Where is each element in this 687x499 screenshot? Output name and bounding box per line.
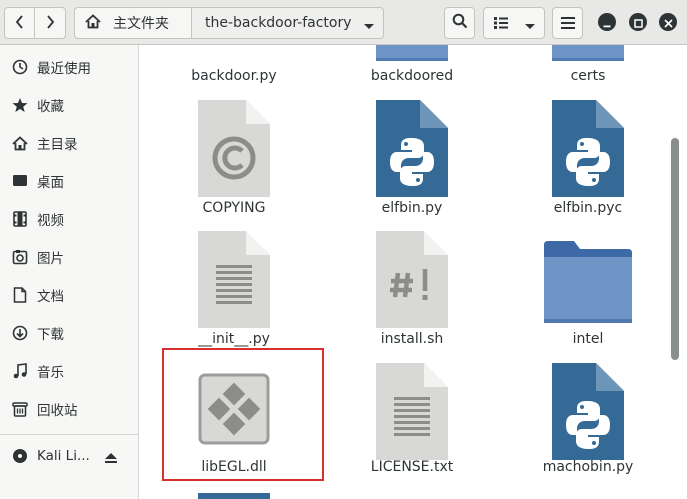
music-icon xyxy=(11,362,29,380)
sidebar-item-label: 回收站 xyxy=(37,403,78,419)
path-current-label: the-backdoor-factory xyxy=(205,15,352,31)
python-file-icon xyxy=(552,363,624,460)
folder-icon xyxy=(544,241,632,323)
sidebar-item-label: 下载 xyxy=(37,327,64,343)
sidebar-item-label: 主目录 xyxy=(37,137,78,153)
folder-icon xyxy=(376,45,448,61)
desktop-icon xyxy=(11,172,29,190)
file-item[interactable]: COPYING xyxy=(149,100,319,220)
file-name: elfbin.py xyxy=(381,200,443,216)
sidebar-item-label: 音乐 xyxy=(37,365,64,381)
sidebar-item-label: 图片 xyxy=(37,251,64,267)
folder-icon xyxy=(552,45,624,61)
file-item[interactable]: certs xyxy=(503,45,673,89)
chevron-right-icon xyxy=(45,14,55,33)
scrollbar-thumb[interactable] xyxy=(671,138,679,360)
sidebar-item-label: 收藏 xyxy=(37,99,64,115)
trash-icon xyxy=(11,400,29,418)
file-name: machobin.py xyxy=(542,459,634,475)
selection-highlight xyxy=(162,348,324,481)
file-item[interactable]: elfbin.pyc xyxy=(503,100,673,220)
search-icon xyxy=(452,13,468,33)
sidebar-device-kali[interactable]: Kali Li... xyxy=(0,437,138,475)
file-item[interactable]: backdoor.py xyxy=(149,45,319,89)
header-bar: 主文件夹 the-backdoor-factory xyxy=(0,0,687,45)
home-icon xyxy=(11,134,29,152)
sidebar-item-documents[interactable]: 文档 xyxy=(0,276,138,314)
file-name: LICENSE.txt xyxy=(370,459,454,475)
script-file-icon xyxy=(376,231,448,328)
sidebar-item-pictures[interactable]: 图片 xyxy=(0,238,138,276)
file-item[interactable]: machobin.py xyxy=(503,363,673,483)
path-home-button[interactable]: 主文件夹 xyxy=(74,7,192,39)
star-icon xyxy=(11,96,29,114)
python-file-icon xyxy=(198,493,270,499)
video-icon xyxy=(11,210,29,228)
file-name: __init__.py xyxy=(198,331,270,347)
file-item[interactable]: install.sh xyxy=(327,231,497,351)
sidebar-item-desktop[interactable]: 桌面 xyxy=(0,162,138,200)
python-file-icon xyxy=(376,100,448,197)
file-item[interactable]: elfbin.py xyxy=(327,100,497,220)
minimize-icon xyxy=(603,13,611,32)
main-menu-button[interactable] xyxy=(552,7,583,39)
close-button[interactable] xyxy=(659,13,677,31)
file-grid: backdoor.py backdoored certs COPYING elf… xyxy=(140,45,687,499)
sidebar-item-trash[interactable]: 回收站 xyxy=(0,390,138,428)
chevron-down-icon[interactable] xyxy=(363,17,375,36)
back-button[interactable] xyxy=(4,7,35,39)
sidebar-item-label: 文档 xyxy=(37,289,64,305)
sidebar-item-music[interactable]: 音乐 xyxy=(0,352,138,390)
view-options-button[interactable] xyxy=(483,7,545,39)
file-item[interactable]: __init__.py xyxy=(149,231,319,351)
document-icon xyxy=(11,286,29,304)
minimize-button[interactable] xyxy=(598,13,616,31)
sidebar-device-label: Kali Li... xyxy=(37,448,90,464)
file-item[interactable]: intel xyxy=(503,231,673,351)
chevron-down-icon xyxy=(524,17,536,36)
sidebar-item-videos[interactable]: 视频 xyxy=(0,200,138,238)
maximize-button[interactable] xyxy=(629,13,647,31)
file-name: elfbin.pyc xyxy=(553,200,623,216)
hamburger-menu-icon xyxy=(560,14,575,33)
file-item[interactable] xyxy=(149,493,319,499)
sidebar-item-starred[interactable]: 收藏 xyxy=(0,86,138,124)
disk-icon xyxy=(11,447,29,465)
sidebar-separator xyxy=(0,434,138,435)
sidebar-item-label: 视频 xyxy=(37,213,64,229)
python-file-icon xyxy=(552,100,624,197)
file-name: intel xyxy=(572,331,604,347)
path-home-label: 主文件夹 xyxy=(113,16,169,32)
file-name: backdoor.py xyxy=(191,68,277,84)
text-file-icon xyxy=(198,231,270,328)
sidebar-item-label: 桌面 xyxy=(37,175,64,191)
download-icon xyxy=(11,324,29,342)
search-button[interactable] xyxy=(444,7,475,39)
file-item[interactable]: LICENSE.txt xyxy=(327,363,497,483)
file-name: install.sh xyxy=(380,331,444,347)
maximize-icon xyxy=(633,13,643,32)
copyright-file-icon xyxy=(198,100,270,197)
sidebar-item-recent[interactable]: 最近使用 xyxy=(0,48,138,86)
list-view-icon xyxy=(494,14,508,33)
chevron-left-icon xyxy=(15,14,25,33)
sidebar-item-downloads[interactable]: 下载 xyxy=(0,314,138,352)
sidebar-item-home[interactable]: 主目录 xyxy=(0,124,138,162)
file-item[interactable]: backdoored xyxy=(327,45,497,89)
forward-button[interactable] xyxy=(34,7,66,39)
sidebar-item-label: 最近使用 xyxy=(37,61,91,77)
eject-icon[interactable] xyxy=(104,449,118,468)
file-name: certs xyxy=(570,68,606,84)
home-icon xyxy=(85,13,101,33)
file-name: backdoored xyxy=(370,68,454,84)
path-current-button[interactable]: the-backdoor-factory xyxy=(191,7,384,39)
file-name: COPYING xyxy=(202,200,266,216)
text-file-icon xyxy=(376,363,448,460)
close-icon xyxy=(663,13,673,32)
clock-icon xyxy=(11,58,29,76)
picture-icon xyxy=(11,248,29,266)
sidebar: 最近使用 收藏 主目录 桌面 视频 图片 文档 下载 音乐 回收站 Kali L… xyxy=(0,45,139,499)
